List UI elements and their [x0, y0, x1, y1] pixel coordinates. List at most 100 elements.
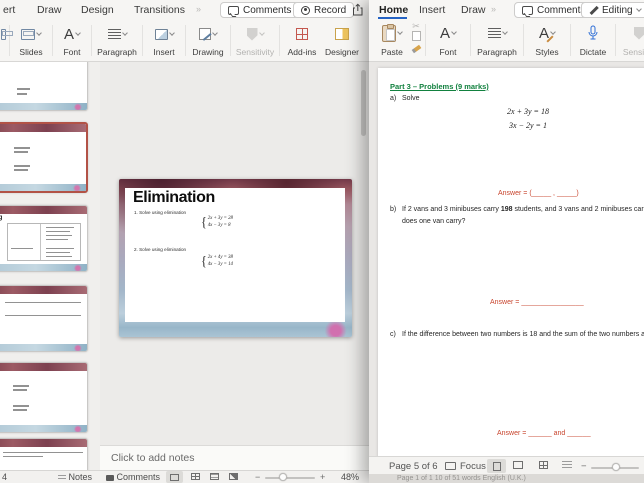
share-icon[interactable]	[351, 3, 365, 17]
toolbar-divider	[570, 24, 571, 56]
chevron-down-icon	[550, 29, 556, 35]
draft-view-button[interactable]	[539, 461, 548, 472]
comment-bubble-icon	[522, 5, 533, 15]
format-painter-icon[interactable]	[411, 44, 421, 54]
chevron-down-icon	[75, 30, 81, 36]
tab-insert[interactable]: Insert	[419, 4, 445, 16]
designer-button[interactable]: Designer	[322, 20, 362, 61]
thumbnail-text-line	[13, 385, 29, 387]
comments-toggle[interactable]: Comments	[106, 472, 160, 482]
notes-icon	[58, 474, 66, 481]
editing-button[interactable]: Editing	[581, 2, 644, 18]
notes-toggle[interactable]: Notes	[58, 472, 92, 482]
outline-view-icon	[562, 461, 572, 469]
tab-draw[interactable]: Draw	[37, 4, 62, 16]
thumbnail-text-line	[14, 169, 28, 171]
focus-toggle[interactable]: Focus	[460, 461, 486, 472]
zoom-slider-track[interactable]	[265, 477, 315, 479]
zoom-in-icon[interactable]: +	[320, 472, 325, 482]
thumb-texture-top	[0, 206, 87, 214]
document-page[interactable]: Part 3 – Problems (9 marks) a) Solve 2x …	[378, 68, 644, 456]
powerpoint-status-bar: 4 Notes Comments − + 48%	[0, 470, 370, 483]
slideshow-button[interactable]	[229, 472, 238, 482]
slide-thumbnail-3[interactable]: following	[0, 205, 88, 272]
equation-2: 3x − 2y = 1	[509, 121, 547, 130]
page-indicator[interactable]: Page 5 of 6	[389, 461, 438, 472]
zoom-level[interactable]: 48%	[341, 472, 359, 482]
add-ins-button[interactable]: Add-ins	[282, 20, 322, 61]
sensitivity-icon	[633, 26, 644, 40]
slide-problem1-label[interactable]: 1. Solve using elimination	[134, 210, 186, 215]
chevron-down-icon	[635, 6, 642, 12]
sensitivity-label: Sensitivity	[622, 47, 644, 57]
styles-label: Styles	[535, 47, 559, 57]
record-button[interactable]: Record	[293, 2, 355, 18]
tab-home[interactable]: Home	[379, 4, 408, 16]
font-button[interactable]: A Font	[55, 20, 89, 61]
thumbnail-text-line	[14, 147, 30, 149]
slide-problem2-equations[interactable]: { 2x + 4y = 38 4x − 3y = 14	[201, 253, 233, 269]
thumbnail-title-fragment: following	[0, 215, 2, 221]
paragraph-label: Paragraph	[97, 47, 137, 57]
slide-canvas[interactable]: Elimination 1. Solve using elimination {…	[100, 62, 370, 445]
sensitivity-button[interactable]: Sensitivity	[618, 19, 644, 61]
chevron-down-icon	[451, 29, 457, 35]
tab-design[interactable]: Design	[81, 4, 114, 16]
slide-thumbnail-1[interactable]	[0, 62, 88, 111]
font-label: Font	[439, 47, 457, 57]
insert-button[interactable]: Insert	[145, 20, 183, 61]
slide-sorter-icon	[191, 473, 200, 480]
drawing-button[interactable]: Drawing	[188, 20, 228, 61]
toolbar-divider	[9, 25, 10, 56]
slide-thumbnail-4[interactable]	[0, 285, 88, 352]
toolbar-partial-button[interactable]	[0, 20, 7, 61]
styles-icon: A	[538, 24, 549, 42]
drawing-label: Drawing	[192, 47, 224, 57]
copy-icon[interactable]	[412, 31, 421, 41]
question-a-text: Solve	[402, 95, 420, 102]
print-layout-button-selected[interactable]	[487, 459, 506, 473]
slide-sorter-button[interactable]	[191, 472, 200, 482]
focus-icon	[445, 462, 456, 470]
slides-button[interactable]: Slides	[12, 20, 50, 61]
slide-problem2-label[interactable]: 2. Solve using elimination	[134, 247, 186, 252]
normal-view-button-selected[interactable]	[166, 471, 183, 483]
slide-problem1-equations[interactable]: { 2x + 3y = 28 4x − 3y = 8	[201, 214, 233, 230]
slide-thumbnail-6[interactable]	[0, 438, 88, 470]
comments-button-label: Comments	[243, 4, 292, 16]
slide-editor[interactable]: Elimination 1. Solve using elimination {…	[119, 179, 352, 337]
zoom-slider-handle[interactable]	[612, 463, 620, 471]
chevron-more-icon[interactable]: »	[491, 4, 496, 14]
paragraph-button[interactable]: Paragraph	[473, 19, 521, 61]
sensitivity-button[interactable]: Sensitivity	[233, 20, 277, 61]
slide-thumbnail-5[interactable]	[0, 362, 88, 433]
chevron-down-icon	[121, 30, 128, 36]
zoom-slider-handle[interactable]	[279, 473, 287, 481]
canvas-scrollbar[interactable]	[361, 70, 366, 136]
chevron-more-icon[interactable]: »	[196, 4, 201, 14]
toolbar-divider	[523, 24, 524, 56]
outline-view-button[interactable]	[562, 461, 572, 472]
tab-insert-partial[interactable]: ert	[3, 4, 15, 16]
web-layout-button[interactable]	[513, 461, 523, 472]
add-ins-label: Add-ins	[287, 47, 317, 57]
reading-view-button[interactable]	[210, 472, 219, 482]
cut-icon[interactable]: ✂	[412, 22, 420, 31]
insert-label: Insert	[153, 47, 175, 57]
dictate-button[interactable]: Dictate	[573, 19, 613, 61]
comments-button[interactable]: Comments	[220, 2, 300, 18]
slide-content-area[interactable]: Elimination 1. Solve using elimination {…	[125, 188, 345, 322]
background-window-status-bar: Page 1 of 1 10 of 51 words English (U.K.…	[369, 474, 644, 483]
font-button[interactable]: A Font	[428, 19, 468, 61]
zoom-out-icon[interactable]: −	[255, 472, 260, 482]
paste-button[interactable]: Paste	[375, 19, 409, 61]
styles-button[interactable]: A Styles	[526, 19, 568, 61]
slide-thumbnail-2-selected[interactable]	[0, 122, 88, 193]
notes-pane[interactable]: Click to add notes	[100, 445, 370, 470]
zoom-out-icon[interactable]: −	[581, 461, 587, 472]
tab-transitions[interactable]: Transitions	[134, 4, 185, 16]
tab-draw[interactable]: Draw	[461, 4, 486, 16]
slide-title[interactable]: Elimination	[133, 189, 215, 207]
comments-status-icon	[106, 474, 114, 481]
paragraph-button[interactable]: Paragraph	[94, 20, 140, 61]
